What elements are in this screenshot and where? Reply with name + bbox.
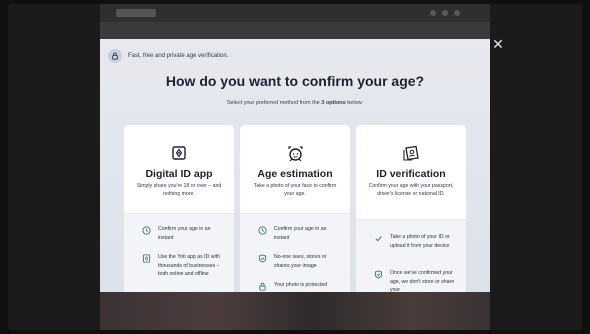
card-features: Confirm your age in an instant Use the Y… — [124, 213, 234, 292]
feature-item: Once we've confirmed your age, we don't … — [374, 269, 458, 292]
card-title: ID verification — [376, 168, 446, 180]
card-features: Confirm your age in an instant No-one se… — [240, 213, 350, 292]
page-title: How do you want to confirm your age? — [165, 73, 425, 89]
card-title: Digital ID app — [145, 168, 213, 180]
face-scan-icon — [240, 145, 350, 163]
card-description: Take a photo of your face to confirm you… — [253, 183, 337, 197]
modal-tagline: Fast, free and private age verification. — [128, 53, 229, 59]
feature-text: Confirm your age in an instant — [158, 226, 211, 241]
modal-top-bar: Fast, free and private age verification. — [108, 49, 228, 63]
feature-item: No-one sees, stores or shares your image — [258, 253, 342, 270]
lock-icon — [259, 282, 266, 291]
shield-check-icon — [374, 270, 383, 279]
card-features: Take a photo of your ID or upload it fro… — [356, 219, 466, 292]
subtitle-pre: Select your preferred method from the — [226, 100, 322, 106]
background-header — [100, 4, 490, 22]
card-description: Simply share you're 18 or over – and not… — [136, 183, 222, 197]
feature-text: Once we've confirmed your age, we don't … — [390, 270, 455, 292]
check-icon — [375, 236, 382, 242]
clock-icon — [142, 226, 151, 235]
feature-item: Use the Yoti app as ID with thousands of… — [142, 253, 226, 279]
background-logo — [116, 9, 156, 17]
subtitle-bold: 3 options — [321, 100, 346, 106]
feature-text: Use the Yoti app as ID with thousands of… — [158, 254, 220, 277]
clock-icon — [258, 226, 267, 235]
shield-check-icon — [258, 254, 267, 263]
card-age-estimation[interactable]: Age estimation Take a photo of your face… — [240, 125, 350, 292]
age-verification-modal: Fast, free and private age verification.… — [100, 39, 490, 292]
digital-id-icon — [124, 145, 234, 163]
card-title: Age estimation — [257, 168, 333, 180]
card-id-verification[interactable]: ID verification Confirm your age with yo… — [356, 125, 466, 292]
feature-text: Take a photo of your ID or upload it fro… — [390, 234, 450, 249]
subtitle: Select your preferred method from the 3 … — [100, 100, 490, 106]
phone-id-icon — [142, 254, 151, 263]
feature-text: Your photo is protected — [274, 282, 328, 288]
feature-item: Take a photo of your ID or upload it fro… — [374, 233, 458, 250]
background-image-strip — [100, 292, 490, 330]
feature-item: Confirm your age in an instant — [258, 225, 342, 242]
card-description: Confirm your age with your passport, dri… — [368, 183, 454, 197]
feature-text: Confirm your age in an instant — [274, 226, 327, 241]
lock-icon — [108, 49, 122, 63]
feature-text: No-one sees, stores or shares your image — [274, 254, 327, 269]
method-cards: Digital ID app Simply share you're 18 or… — [124, 125, 466, 292]
close-icon[interactable]: ✕ — [492, 37, 504, 51]
feature-item: Your photo is protected — [258, 281, 342, 291]
subtitle-post: below: — [345, 100, 364, 106]
feature-item: Confirm your age in an instant — [142, 225, 226, 242]
id-document-icon — [356, 145, 466, 163]
card-digital-id-app[interactable]: Digital ID app Simply share you're 18 or… — [124, 125, 234, 292]
